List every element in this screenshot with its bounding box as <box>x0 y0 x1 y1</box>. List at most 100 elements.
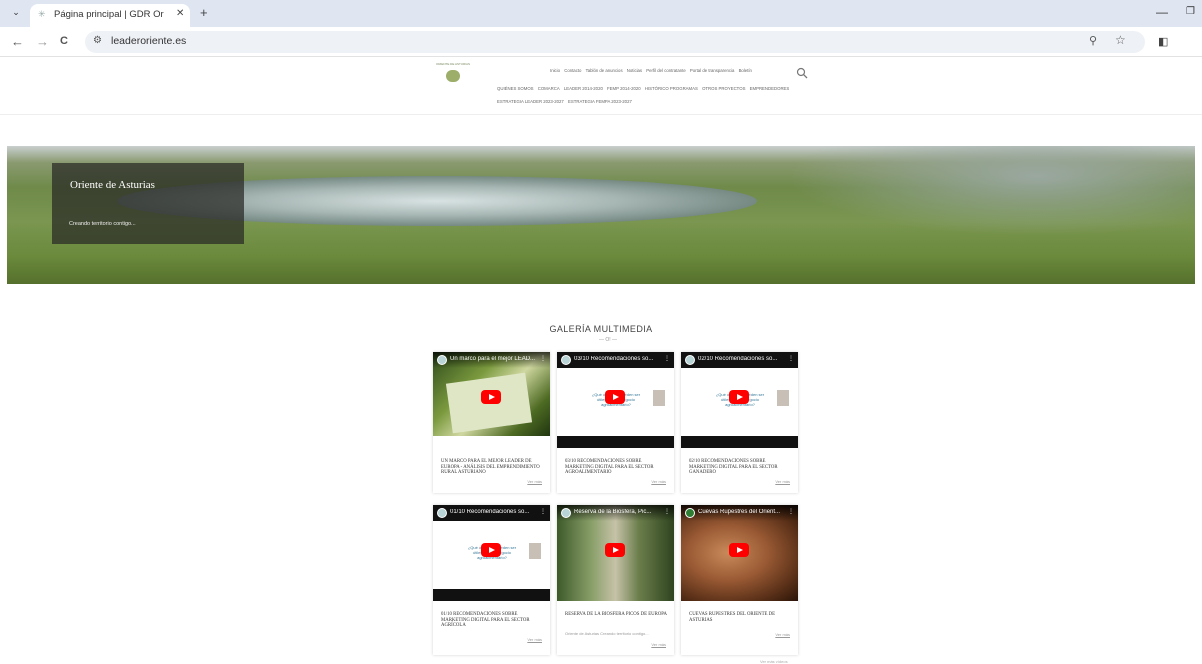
video-footer <box>433 589 550 601</box>
card-title[interactable]: 03/10 RECOMENDACIONES SOBRE MARKETING DI… <box>565 459 668 476</box>
video-card[interactable]: Reserva de la Biosfera, Pic... ⋮ RESERVA… <box>557 505 674 655</box>
video-card[interactable]: Cuevas Rupestres del Orient... ⋮ CUEVAS … <box>681 505 798 655</box>
card-excerpt: Oriente de Asturias Creando territorio c… <box>565 631 649 636</box>
read-more-link[interactable]: Ver más <box>527 479 542 484</box>
nav-link[interactable]: Inicio <box>550 68 560 73</box>
zoom-icon[interactable]: ⚲ <box>1089 34 1097 47</box>
more-videos-link[interactable]: Ver más vídeos <box>760 659 788 664</box>
nav-link[interactable]: COMARCA <box>538 86 560 91</box>
more-vertical-icon[interactable]: ⋮ <box>664 508 670 515</box>
web-page: ORIENTE DE ASTURIAS Inicio Contacto Tabl… <box>0 58 1202 664</box>
nav-link[interactable]: LEADER 2014-2020 <box>564 86 603 91</box>
minimize-button[interactable]: — <box>1156 5 1168 19</box>
video-card[interactable]: ¿Qué opciones pueden ser útiles para tu … <box>557 352 674 493</box>
read-more-link[interactable]: Ver más <box>775 632 790 637</box>
nav-link[interactable]: Boletín <box>739 68 752 73</box>
url-text[interactable]: leaderoriente.es <box>111 35 186 47</box>
video-card[interactable]: ¿Qué opciones pueden ser útiles para tu … <box>681 352 798 493</box>
play-button-icon[interactable] <box>729 543 749 557</box>
tab-search-icon[interactable]: ⌄ <box>8 7 24 21</box>
nav-link[interactable]: ESTRATEGIA FEMPA 2023-2027 <box>568 99 632 104</box>
new-tab-button[interactable]: + <box>200 5 208 20</box>
video-title[interactable]: Un marco para el mejor LEAD... <box>450 356 538 362</box>
play-button-icon[interactable] <box>481 543 501 557</box>
more-vertical-icon[interactable]: ⋮ <box>664 355 670 362</box>
tab-title: Página principal | GDR Oriente <box>54 9 164 20</box>
logo-mark-icon <box>446 70 460 82</box>
channel-avatar-icon <box>685 355 695 365</box>
video-thumbnail[interactable]: ¿Qué opciones pueden ser útiles para tu … <box>557 352 674 448</box>
nav-link[interactable]: Perfil del contratante <box>646 68 685 73</box>
hero-banner: Oriente de Asturias Creando territorio c… <box>7 146 1195 284</box>
nav-link[interactable]: QUIÉNES SOMOS <box>497 86 534 91</box>
nav-link[interactable]: Tablón de anuncios <box>586 68 623 73</box>
channel-avatar-icon <box>561 355 571 365</box>
read-more-link[interactable]: Ver más <box>651 479 666 484</box>
card-title[interactable]: 02/10 RECOMENDACIONES SOBRE MARKETING DI… <box>689 459 792 476</box>
video-title[interactable]: Reserva de la Biosfera, Pic... <box>574 509 662 515</box>
video-thumbnail[interactable]: Cuevas Rupestres del Orient... ⋮ <box>681 505 798 601</box>
site-logo[interactable]: ORIENTE DE ASTURIAS <box>436 62 470 92</box>
channel-avatar-icon <box>685 508 695 518</box>
video-card[interactable]: Un marco para el mejor LEAD... ⋮ UN MARC… <box>433 352 550 493</box>
logo-text: ORIENTE DE ASTURIAS <box>436 62 471 66</box>
nav-link[interactable]: EMPRENDEDORES <box>750 86 790 91</box>
browser-tab-strip: ⌄ ✳ Página principal | GDR Oriente ✕ + —… <box>0 0 1202 27</box>
hero-caption: Oriente de Asturias Creando territorio c… <box>52 163 244 244</box>
video-card[interactable]: ¿Qué opciones pueden ser útiles para tu … <box>433 505 550 655</box>
video-title[interactable]: 03/10 Recomendaciones so... <box>574 356 662 362</box>
site-info-icon[interactable]: ⚙ <box>93 35 102 46</box>
video-thumbnail[interactable]: Un marco para el mejor LEAD... ⋮ <box>433 352 550 448</box>
card-title[interactable]: RESERVA DE LA BIOSFERA PICOS DE EUROPA <box>565 612 668 618</box>
hero-title: Oriente de Asturias <box>70 179 155 191</box>
close-tab-icon[interactable]: ✕ <box>176 8 184 19</box>
gallery-title: GALERÍA MULTIMEDIA <box>549 324 653 334</box>
browser-toolbar: ← → C ⚙ leaderoriente.es ⚲ ☆ ◧ <box>0 27 1202 57</box>
card-title[interactable]: UN MARCO PARA EL MEJOR LEADER DE EUROPA … <box>441 459 544 476</box>
search-icon[interactable] <box>796 67 808 79</box>
header-divider <box>0 114 1202 115</box>
back-icon[interactable]: ← <box>11 34 24 49</box>
more-vertical-icon[interactable]: ⋮ <box>540 355 546 362</box>
video-title[interactable]: 02/10 Recomendaciones so... <box>698 356 786 362</box>
play-button-icon[interactable] <box>605 390 625 404</box>
bookmark-star-icon[interactable]: ☆ <box>1115 33 1126 47</box>
side-panel-icon[interactable]: ◧ <box>1158 35 1168 48</box>
favicon-icon: ✳ <box>38 9 46 19</box>
presenter-image <box>777 390 789 406</box>
nav-link[interactable]: Portal de transparencia <box>690 68 734 73</box>
address-bar[interactable]: ⚙ leaderoriente.es ⚲ ☆ <box>85 31 1145 53</box>
more-vertical-icon[interactable]: ⋮ <box>788 508 794 515</box>
video-footer <box>557 436 674 448</box>
card-title[interactable]: CUEVAS RUPESTRES DEL ORIENTE DE ASTURIAS <box>689 612 792 623</box>
nav-link[interactable]: ESTRATEGIA LEADER 2023-2027 <box>497 99 564 104</box>
nav-link[interactable]: OTROS PROYECTOS <box>702 86 745 91</box>
nav-link[interactable]: Contacto <box>564 68 581 73</box>
hero-subtitle: Creando territorio contigo... <box>69 221 136 227</box>
channel-avatar-icon <box>437 355 447 365</box>
play-button-icon[interactable] <box>729 390 749 404</box>
channel-avatar-icon <box>561 508 571 518</box>
play-button-icon[interactable] <box>605 543 625 557</box>
video-thumbnail[interactable]: ¿Qué opciones pueden ser útiles para tu … <box>681 352 798 448</box>
browser-tab[interactable]: ✳ Página principal | GDR Oriente ✕ <box>30 4 190 27</box>
read-more-link[interactable]: Ver más <box>527 637 542 642</box>
nav-link[interactable]: HISTÓRICO PROGRAMAS <box>645 86 698 91</box>
reload-icon[interactable]: C <box>60 35 68 47</box>
read-more-link[interactable]: Ver más <box>775 479 790 484</box>
nav-link[interactable]: FEMP 2014-2020 <box>607 86 641 91</box>
card-title[interactable]: 01/10 RECOMENDACIONES SOBRE MARKETING DI… <box>441 612 544 629</box>
restore-button[interactable]: ❐ <box>1186 6 1195 17</box>
forward-icon[interactable]: → <box>36 34 49 49</box>
gallery-divider: — O! — <box>598 337 618 343</box>
more-vertical-icon[interactable]: ⋮ <box>788 355 794 362</box>
video-thumbnail[interactable]: ¿Qué opciones pueden ser útiles para tu … <box>433 505 550 601</box>
nav-link[interactable]: Noticias <box>627 68 642 73</box>
play-button-icon[interactable] <box>481 390 501 404</box>
video-thumbnail[interactable]: Reserva de la Biosfera, Pic... ⋮ <box>557 505 674 601</box>
video-title[interactable]: Cuevas Rupestres del Orient... <box>698 509 786 515</box>
read-more-link[interactable]: Ver más <box>651 642 666 647</box>
top-nav: Inicio Contacto Tablón de anuncios Notic… <box>550 68 755 73</box>
video-title[interactable]: 01/10 Recomendaciones so... <box>450 509 538 515</box>
more-vertical-icon[interactable]: ⋮ <box>540 508 546 515</box>
